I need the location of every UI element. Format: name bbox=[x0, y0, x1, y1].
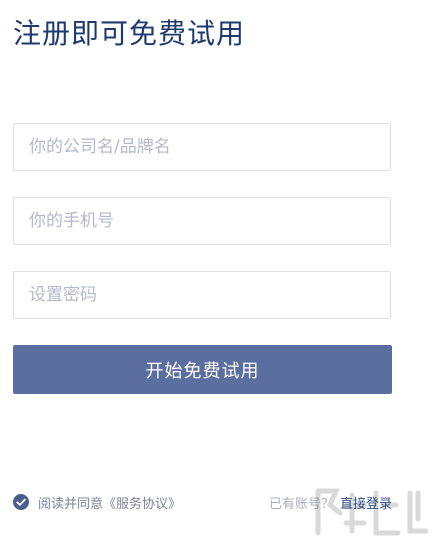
login-row: 已有账号？ 直接登录 bbox=[269, 492, 392, 512]
login-prompt: 已有账号？ bbox=[268, 496, 334, 512]
agreement-text: 阅读并同意 bbox=[38, 496, 104, 512]
direct-login-link[interactable]: 直接登录 bbox=[340, 493, 392, 512]
page-title: 注册即可免费试用 bbox=[13, 17, 246, 50]
company-name-input[interactable] bbox=[13, 123, 391, 171]
phone-number-input[interactable] bbox=[13, 197, 391, 245]
service-agreement-link[interactable]: 《服务协议》 bbox=[103, 493, 181, 512]
agreement-row: 阅读并同意 《服务协议》 bbox=[13, 492, 181, 512]
check-circle-icon[interactable] bbox=[13, 494, 29, 510]
password-input[interactable] bbox=[13, 271, 391, 319]
start-free-trial-button[interactable]: 开始免费试用 bbox=[13, 345, 392, 394]
